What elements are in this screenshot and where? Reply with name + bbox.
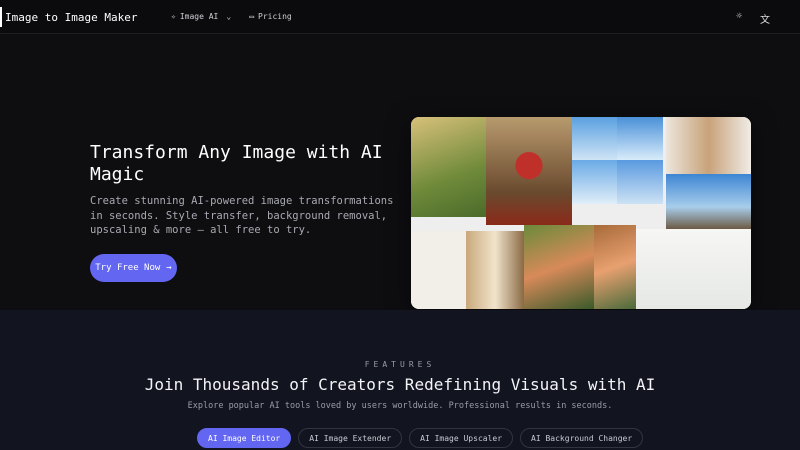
hero-title: Transform Any Image with AI Magic	[90, 142, 383, 185]
hero-subtitle: Create stunning AI-powered image transfo…	[90, 195, 394, 236]
card-icon: ▭	[249, 12, 255, 21]
features-description: Explore popular AI tools loved by users …	[187, 401, 613, 411]
nav-image-ai[interactable]: ✧ Image AI ⌄	[171, 12, 231, 21]
nav-pricing[interactable]: ▭ Pricing	[249, 12, 292, 21]
brand-logo[interactable]: Image to Image Maker	[0, 7, 137, 27]
top-nav: Image to Image Maker ✧ Image AI ⌄ ▭ Pricing…	[0, 0, 800, 34]
tab-ai-image-extender[interactable]: AI Image Extender	[298, 428, 403, 448]
features-eyebrow: FEATURES	[364, 360, 436, 369]
arrow-right-icon: →	[166, 263, 172, 273]
hero-section: Transform Any Image with AI Magic Create…	[0, 34, 800, 310]
sun-icon[interactable]: ☼	[736, 11, 742, 26]
translate-icon[interactable]: 文	[760, 11, 770, 26]
try-free-button[interactable]: Try Free Now →	[90, 254, 177, 282]
tab-ai-background-changer[interactable]: AI Background Changer	[520, 428, 644, 448]
tab-ai-image-editor[interactable]: AI Image Editor	[197, 428, 292, 448]
chevron-down-icon: ⌄	[226, 12, 232, 21]
features-section: FEATURES Join Thousands of Creators Rede…	[0, 310, 800, 450]
features-title: Join Thousands of Creators Redefining Vi…	[144, 375, 656, 394]
sparkle-icon: ✧	[171, 12, 176, 21]
feature-tabs: AI Image Editor AI Image Extender AI Ima…	[197, 428, 644, 448]
tab-ai-image-upscaler[interactable]: AI Image Upscaler	[409, 428, 514, 448]
hero-collage-image	[411, 117, 751, 309]
